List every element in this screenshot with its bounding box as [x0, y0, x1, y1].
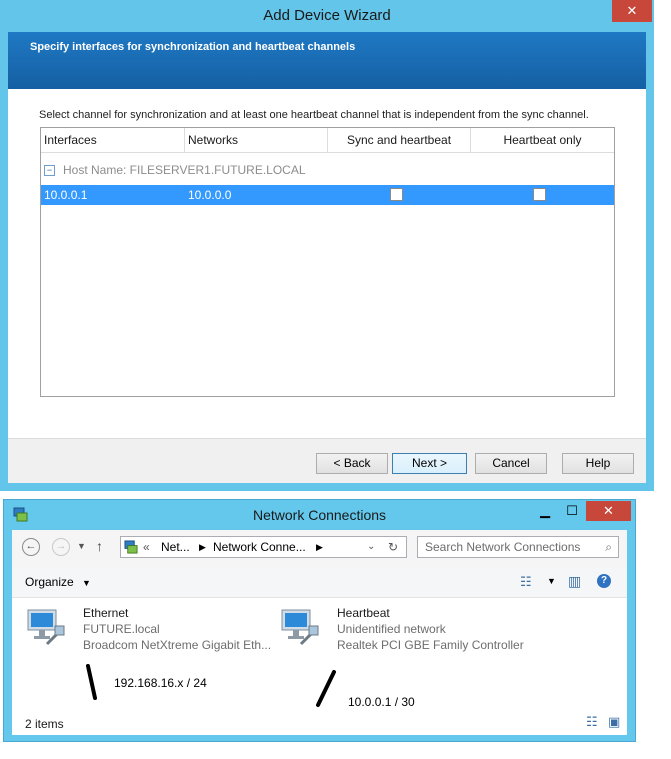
breadcrumb-separator-icon[interactable]: ▶: [316, 537, 323, 557]
annotation-mark-left: [86, 664, 97, 700]
maximize-button[interactable]: ☐: [559, 501, 585, 521]
details-view-icon[interactable]: ☷: [586, 714, 598, 730]
status-bar-count: 2 items: [25, 717, 64, 731]
wizard-title: Add Device Wizard: [263, 7, 391, 24]
table-row[interactable]: 10.0.0.1 10.0.0.0: [41, 185, 614, 205]
sync-heartbeat-checkbox[interactable]: [390, 188, 403, 201]
organize-menu[interactable]: Organize ▼: [25, 575, 91, 589]
next-button[interactable]: Next >: [392, 453, 467, 474]
chevron-down-icon: ▼: [82, 578, 91, 588]
add-device-wizard-window: Add Device Wizard ✕ Specify interfaces f…: [0, 0, 654, 491]
list-item-heartbeat[interactable]: Heartbeat Unidentified network Realtek P…: [279, 606, 539, 656]
cell-interface: 10.0.0.1: [44, 188, 88, 202]
forward-nav-button[interactable]: →: [52, 538, 70, 556]
wizard-close-button[interactable]: ✕: [612, 0, 652, 22]
heartbeat-only-checkbox[interactable]: [533, 188, 546, 201]
up-button[interactable]: ↑: [96, 538, 103, 554]
item-name: Heartbeat: [337, 606, 390, 620]
arrow-right-icon: →: [55, 540, 67, 552]
cancel-button[interactable]: Cancel: [475, 453, 547, 474]
chevron-down-icon[interactable]: ⌄: [367, 537, 375, 557]
column-header-heartbeat[interactable]: Heartbeat only: [471, 128, 614, 152]
preview-pane-icon[interactable]: ▥: [568, 573, 581, 590]
breadcrumb-item-network[interactable]: Net...: [161, 537, 190, 557]
wizard-header-text: Specify interfaces for synchronization a…: [30, 41, 356, 53]
item-device: Realtek PCI GBE Family Controller: [337, 638, 524, 652]
annotation-mark-right: [316, 670, 336, 707]
help-icon[interactable]: ?: [597, 574, 611, 588]
command-bar: Organize ▼ ☷ ▼ ▥ ?: [12, 567, 627, 598]
host-group-row[interactable]: − Host Name: FILESERVER1.FUTURE.LOCAL: [44, 163, 306, 177]
heartbeat-ip-annotation: 10.0.0.1 / 30: [348, 695, 415, 709]
network-connections-window: Network Connections ▁ ☐ ✕ ← → ▼ ↑ « Net.…: [3, 499, 636, 742]
list-item-ethernet[interactable]: Ethernet FUTURE.local Broadcom NetXtreme…: [25, 606, 275, 656]
view-dropdown-icon[interactable]: ▼: [547, 576, 556, 586]
recent-locations-dropdown[interactable]: ▼: [77, 541, 86, 551]
search-icon[interactable]: ⌕: [605, 537, 612, 557]
change-view-icon[interactable]: ☷: [520, 574, 532, 590]
tiles-view-icon[interactable]: ▣: [608, 714, 620, 730]
close-icon: ✕: [603, 503, 614, 518]
network-adapter-icon: [27, 609, 65, 646]
wizard-client: Specify interfaces for synchronization a…: [8, 32, 646, 483]
collapse-icon[interactable]: −: [44, 165, 55, 177]
cell-network: 10.0.0.0: [188, 188, 232, 202]
column-header-sync[interactable]: Sync and heartbeat: [328, 128, 471, 152]
wizard-body: Select channel for synchronization and a…: [8, 89, 646, 438]
host-group-label: Host Name: FILESERVER1.FUTURE.LOCAL: [63, 163, 306, 177]
minimize-icon: ▁: [540, 503, 550, 518]
back-nav-button[interactable]: ←: [22, 538, 40, 556]
item-status: FUTURE.local: [83, 622, 160, 636]
network-adapter-icon: [281, 609, 319, 646]
column-header-networks[interactable]: Networks: [185, 128, 328, 152]
organize-label: Organize: [25, 575, 74, 589]
wizard-instruction: Select channel for synchronization and a…: [39, 109, 589, 121]
help-button[interactable]: Help: [562, 453, 634, 474]
network-close-button[interactable]: ✕: [586, 501, 631, 521]
chevron-down-icon: ▼: [77, 541, 86, 551]
grid-header: Interfaces Networks Sync and heartbeat H…: [41, 128, 614, 153]
control-panel-icon: [124, 540, 138, 554]
overflow-chevron-icon[interactable]: «: [143, 537, 150, 557]
network-client: ← → ▼ ↑ « Net... ▶ Network Conne... ▶ ⌄ …: [12, 530, 627, 735]
item-device: Broadcom NetXtreme Gigabit Eth...: [83, 638, 272, 652]
wizard-header: Specify interfaces for synchronization a…: [8, 32, 646, 89]
maximize-icon: ☐: [566, 503, 578, 518]
breadcrumb-item-connections[interactable]: Network Conne...: [213, 537, 306, 557]
item-status: Unidentified network: [337, 622, 446, 636]
ethernet-ip-annotation: 192.168.16.x / 24: [114, 676, 207, 690]
address-bar[interactable]: « Net... ▶ Network Conne... ▶ ⌄ ↻: [120, 536, 407, 558]
minimize-button[interactable]: ▁: [532, 501, 558, 521]
item-name: Ethernet: [83, 606, 129, 620]
arrow-left-icon: ←: [25, 540, 37, 552]
back-button[interactable]: < Back: [316, 453, 388, 474]
search-input[interactable]: Search Network Connections ⌕: [417, 536, 619, 558]
arrow-up-icon: ↑: [96, 538, 103, 554]
refresh-icon[interactable]: ↻: [388, 537, 398, 557]
close-icon: ✕: [626, 3, 638, 18]
navigation-bar: ← → ▼ ↑ « Net... ▶ Network Conne... ▶ ⌄ …: [12, 530, 627, 567]
breadcrumb-separator-icon[interactable]: ▶: [199, 537, 206, 557]
wizard-footer: < Back Next > Cancel Help: [8, 438, 646, 484]
search-placeholder: Search Network Connections: [425, 540, 581, 554]
channel-grid: Interfaces Networks Sync and heartbeat H…: [40, 127, 615, 397]
column-header-interfaces[interactable]: Interfaces: [41, 128, 185, 152]
